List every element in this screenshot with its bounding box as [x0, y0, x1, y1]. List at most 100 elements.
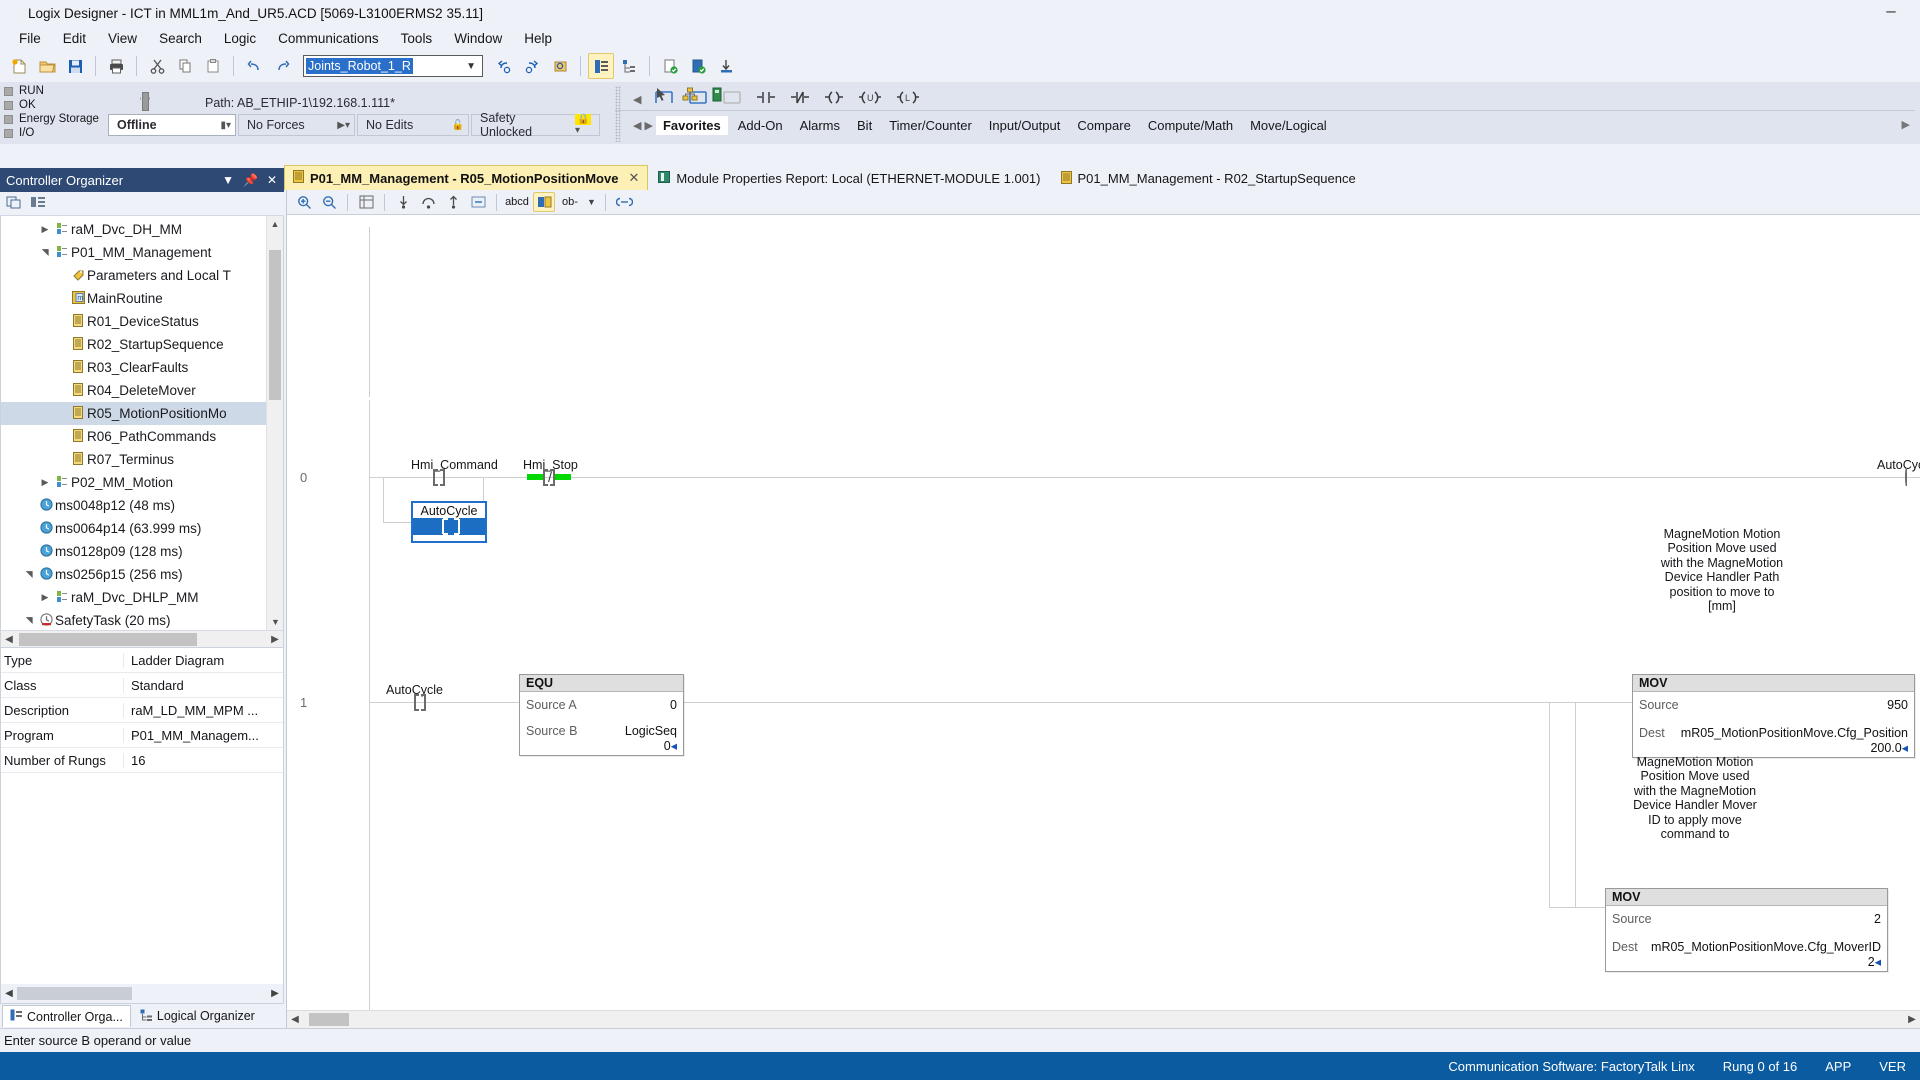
otl-coil-icon[interactable]: L: [895, 90, 921, 108]
ribbon-tab-input-output[interactable]: Input/Output: [982, 116, 1068, 135]
cut-icon[interactable]: [144, 53, 170, 79]
tree-view-icon[interactable]: [30, 195, 46, 212]
undo-icon[interactable]: [241, 53, 267, 79]
safety-box[interactable]: Safety Unlocked 🔒▾: [471, 111, 600, 139]
network-tree-icon[interactable]: [682, 87, 698, 105]
safety-lock-icon[interactable]: 🔒▾: [565, 114, 595, 136]
tree-item-r07-terminus[interactable]: R07_Terminus: [1, 448, 283, 471]
scroll-left-icon[interactable]: ◀: [287, 1014, 303, 1025]
tree-item-r06-pathcommands[interactable]: R06_PathCommands: [1, 425, 283, 448]
link-icon[interactable]: [613, 192, 635, 212]
redo-icon[interactable]: [269, 53, 295, 79]
pin-icon[interactable]: 📌: [243, 173, 258, 187]
doc-tab-module-properties[interactable]: Module Properties Report: Local (ETHERNE…: [648, 167, 1050, 190]
tree-item-ms0128p09-128-ms[interactable]: ms0128p09 (128 ms): [1, 540, 283, 563]
search-forward-icon[interactable]: [519, 53, 545, 79]
ob-label[interactable]: ob-: [558, 192, 582, 212]
logical-organizer-icon[interactable]: [616, 53, 642, 79]
tree-hscroll-thumb[interactable]: [19, 632, 197, 646]
new-file-icon[interactable]: [6, 53, 32, 79]
instruction-mov-position[interactable]: MOV Source 950 Dest mR05_MotionPositionM…: [1632, 674, 1915, 758]
contact-hmi-command[interactable]: [426, 469, 452, 486]
ribbon-gripper[interactable]: [615, 86, 621, 142]
cursor-select-icon[interactable]: [655, 87, 668, 105]
ribbon-overflow-icon[interactable]: ▶: [1902, 118, 1910, 131]
search-back-icon[interactable]: [491, 53, 517, 79]
menu-item-communications[interactable]: Communications: [267, 29, 390, 48]
properties-horizontal-scrollbar[interactable]: ◀ ▶: [1, 984, 283, 1003]
ribbon-tab-add-on[interactable]: Add-On: [731, 116, 790, 135]
step-out-icon[interactable]: [442, 192, 464, 212]
editor-hscroll-thumb[interactable]: [309, 1013, 349, 1026]
tree-item-r04-deletemover[interactable]: R04_DeleteMover: [1, 379, 283, 402]
print-icon[interactable]: [103, 53, 129, 79]
scroll-down-icon[interactable]: ▼: [267, 614, 283, 630]
menu-item-search[interactable]: Search: [148, 29, 213, 48]
menu-item-view[interactable]: View: [97, 29, 148, 48]
tree-item-ram-dvc-dhlp-mm[interactable]: ▶ raM_Dvc_DHLP_MM: [1, 586, 283, 609]
ribbon-tab-prev-icon[interactable]: ◀: [633, 119, 641, 132]
save-icon[interactable]: [62, 53, 88, 79]
scroll-right-icon[interactable]: ▶: [1904, 1014, 1920, 1025]
controller-organizer-icon[interactable]: [588, 53, 614, 79]
chevron-down-icon[interactable]: ◢: [24, 613, 35, 629]
edits-box[interactable]: No Edits 🔓: [357, 114, 469, 136]
ribbon-tab-compare[interactable]: Compare: [1070, 116, 1137, 135]
zoom-in-icon[interactable]: [293, 192, 315, 212]
paste-icon[interactable]: [200, 53, 226, 79]
tree-item-r05-motionpositionmo[interactable]: R05_MotionPositionMo: [1, 402, 283, 425]
scroll-left-icon[interactable]: ◀: [1, 634, 17, 645]
ribbon-tab-next-icon[interactable]: ▶: [644, 119, 652, 132]
menu-item-file[interactable]: File: [8, 29, 52, 48]
ribbon-tab-bit[interactable]: Bit: [850, 116, 879, 135]
tree-item-r01-devicestatus[interactable]: R01_DeviceStatus: [1, 310, 283, 333]
forces-box[interactable]: No Forces ▶▾: [238, 114, 355, 136]
edits-lock-icon[interactable]: 🔓: [442, 120, 464, 131]
controller-mode-dropdown-icon[interactable]: ▮▾: [210, 120, 231, 131]
controller-organizer-tree[interactable]: ▶ raM_Dvc_DH_MM ◢ P01_MM_Management Paramete…: [0, 216, 284, 648]
ribbon-tab-alarms[interactable]: Alarms: [793, 116, 847, 135]
menu-item-help[interactable]: Help: [513, 29, 563, 48]
close-icon[interactable]: ✕: [628, 170, 639, 186]
ribbon-tab-timer-counter[interactable]: Timer/Counter: [882, 116, 979, 135]
tree-item-mainroutine[interactable]: m MainRoutine: [1, 287, 283, 310]
chevron-right-icon[interactable]: ▶: [37, 477, 53, 488]
chevron-right-icon[interactable]: ▶: [37, 592, 53, 603]
menu-item-window[interactable]: Window: [443, 29, 513, 48]
find-icon[interactable]: [547, 53, 573, 79]
tree-item-p02-mm-motion[interactable]: ▶ P02_MM_Motion: [1, 471, 283, 494]
abcd-icon[interactable]: abcd: [504, 192, 530, 212]
chevron-down-icon[interactable]: ▼: [585, 192, 598, 212]
chevron-down-icon[interactable]: ▼: [222, 173, 234, 187]
tag-search-combobox[interactable]: Joints_Robot_1_R ▼: [303, 55, 483, 77]
minimize-button[interactable]: –: [1876, 2, 1906, 20]
verify-controller-icon[interactable]: [685, 53, 711, 79]
chevron-down-icon[interactable]: ◢: [24, 567, 35, 583]
coil-autocycle[interactable]: [1902, 468, 1920, 486]
otu-coil-icon[interactable]: U: [857, 90, 883, 108]
tree-horizontal-scrollbar[interactable]: ◀ ▶: [1, 630, 283, 647]
doc-tab-r05-motionpositionmove[interactable]: P01_MM_Management - R05_MotionPositionMo…: [284, 165, 649, 190]
toggle-value-icon[interactable]: [533, 192, 555, 212]
tree-scroll-thumb[interactable]: [269, 250, 281, 400]
show-all-icon[interactable]: [6, 195, 22, 212]
tree-item-ram-dvc-dh-mm[interactable]: ▶ raM_Dvc_DH_MM: [1, 218, 283, 241]
open-folder-icon[interactable]: [34, 53, 60, 79]
ote-coil-icon[interactable]: [823, 90, 845, 108]
doc-tab-r02-startupsequence[interactable]: P01_MM_Management - R02_StartupSequence: [1051, 167, 1366, 190]
ladder-canvas[interactable]: 0 Hmi_Command AutoCycle Hmi_Stop / AutoC…: [287, 215, 1920, 1010]
step-over-icon[interactable]: [417, 192, 439, 212]
tree-item-parameters-and-local-t[interactable]: Parameters and Local T: [1, 264, 283, 287]
dock-tab-logical-organizer[interactable]: Logical Organizer: [133, 1006, 262, 1027]
scroll-right-icon[interactable]: ▶: [267, 634, 283, 645]
chevron-down-icon[interactable]: ◢: [40, 245, 51, 261]
xio-contact-icon[interactable]: [789, 90, 811, 108]
contact-autocycle-rung1[interactable]: [407, 694, 433, 711]
tree-vertical-scrollbar[interactable]: ▲ ▼: [266, 216, 283, 630]
toggle-bit-icon[interactable]: [467, 192, 489, 212]
ribbon-tab-move-logical[interactable]: Move/Logical: [1243, 116, 1334, 135]
scroll-right-icon[interactable]: ▶: [267, 988, 283, 999]
selected-autocycle-contact[interactable]: AutoCycle: [411, 501, 487, 543]
xic-contact-icon[interactable]: [755, 90, 777, 108]
ribbon-scroll-left-icon[interactable]: ◀: [633, 93, 641, 106]
